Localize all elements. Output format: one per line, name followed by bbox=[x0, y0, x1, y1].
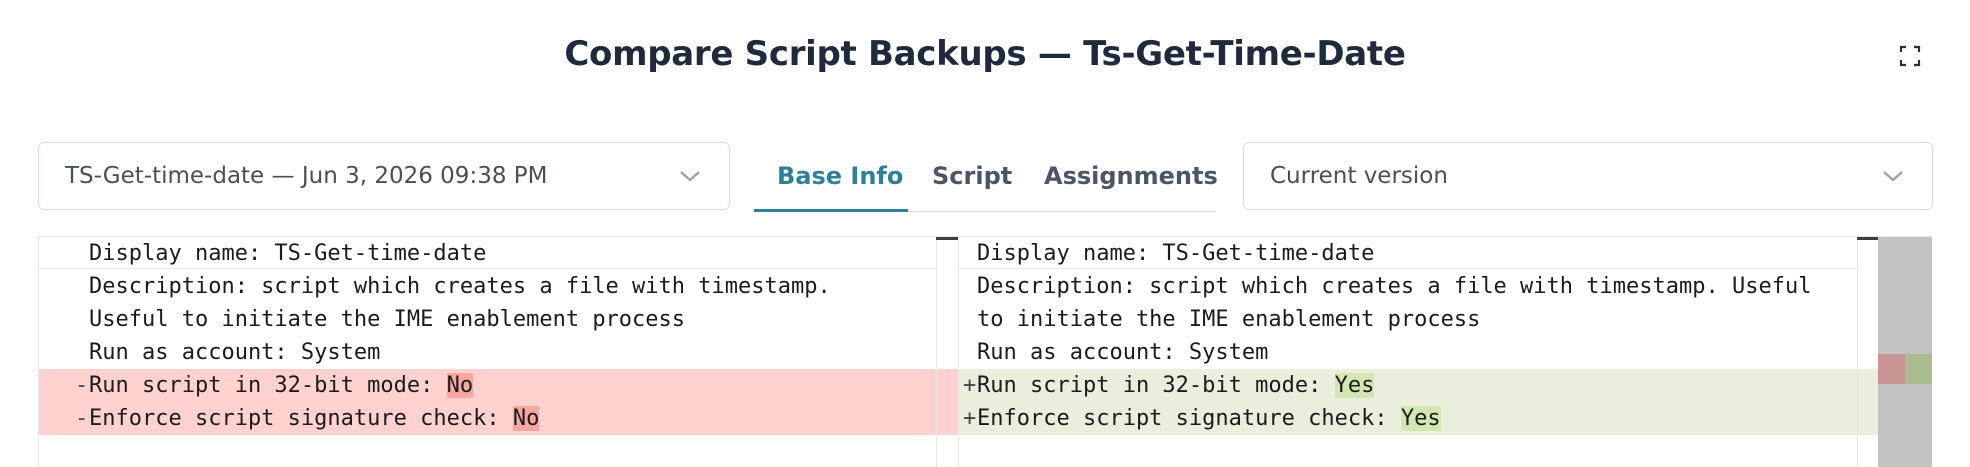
diff-line: Description: script which creates a file… bbox=[39, 270, 959, 303]
original-pane[interactable]: Display name: TS-Get-time-date Descripti… bbox=[38, 237, 959, 467]
changed-word: Yes bbox=[1334, 373, 1375, 398]
chevron-down-icon bbox=[1883, 171, 1903, 182]
tab-base-info[interactable]: Base Info bbox=[777, 162, 903, 190]
changed-word: No bbox=[446, 373, 474, 398]
line-text: Description: script which creates a file… bbox=[89, 274, 831, 299]
diff-line: Description: script which creates a file… bbox=[959, 270, 1879, 303]
expand-icon bbox=[1899, 45, 1921, 67]
line-text: Enforce script signature check: Yes bbox=[977, 402, 1441, 435]
left-vertical-scrollbar[interactable] bbox=[936, 237, 959, 467]
diff-line-deleted: - Run script in 32-bit mode: No bbox=[39, 369, 959, 402]
added-marker: + bbox=[963, 406, 977, 431]
left-version-value: TS-Get-time-date — Jun 3, 2026 09:38 PM bbox=[65, 163, 548, 189]
modified-pane[interactable]: Display name: TS-Get-time-date Descripti… bbox=[958, 237, 1880, 467]
diff-line: Run as account: System bbox=[39, 336, 959, 369]
line-text: Display name: TS-Get-time-date bbox=[977, 241, 1375, 266]
line-text: Run script in 32-bit mode: No bbox=[89, 369, 474, 402]
line-text: Enforce script signature check: No bbox=[89, 402, 540, 435]
fullscreen-button[interactable] bbox=[1898, 44, 1922, 68]
line-prefix: Enforce script signature check: bbox=[977, 406, 1401, 431]
left-version-select[interactable]: TS-Get-time-date — Jun 3, 2026 09:38 PM bbox=[38, 142, 730, 210]
diff-line-inserted: + Run script in 32-bit mode: Yes bbox=[959, 369, 1879, 402]
line-text: Display name: TS-Get-time-date bbox=[89, 241, 487, 266]
right-vertical-scrollbar[interactable] bbox=[1857, 237, 1880, 467]
diff-line: Run as account: System bbox=[959, 336, 1879, 369]
line-text: Useful to initiate the IME enablement pr… bbox=[89, 307, 686, 332]
diff-line: Useful to initiate the IME enablement pr… bbox=[39, 303, 959, 336]
line-prefix: Run script in 32-bit mode: bbox=[89, 373, 447, 398]
removed-marker: - bbox=[75, 406, 89, 431]
overview-deleted-mark bbox=[1878, 354, 1905, 384]
compare-dialog: Compare Script Backups — Ts-Get-Time-Dat… bbox=[0, 0, 1970, 467]
line-text: Run script in 32-bit mode: Yes bbox=[977, 369, 1375, 402]
diff-viewer: Display name: TS-Get-time-date Descripti… bbox=[38, 236, 1932, 467]
diff-line: to initiate the IME enablement process bbox=[959, 303, 1879, 336]
line-text: Run as account: System bbox=[977, 340, 1269, 365]
tab-assignments[interactable]: Assignments bbox=[1044, 162, 1218, 190]
changed-word: No bbox=[512, 406, 540, 431]
line-text: Description: script which creates a file… bbox=[977, 274, 1812, 299]
diff-line-inserted: + Enforce script signature check: Yes bbox=[959, 402, 1879, 435]
diff-line: Display name: TS-Get-time-date bbox=[959, 237, 1879, 270]
line-prefix: Run script in 32-bit mode: bbox=[977, 373, 1335, 398]
diff-line-deleted: - Enforce script signature check: No bbox=[39, 402, 959, 435]
right-version-select[interactable]: Current version bbox=[1243, 142, 1933, 210]
removed-marker: - bbox=[75, 373, 89, 398]
tab-script[interactable]: Script bbox=[932, 162, 1012, 190]
added-marker: + bbox=[963, 373, 977, 398]
chevron-down-icon bbox=[680, 171, 700, 182]
compare-tabs: Base Info Script Assignments bbox=[754, 152, 1218, 212]
active-tab-indicator bbox=[754, 209, 908, 212]
diff-overview-ruler[interactable] bbox=[1878, 237, 1932, 467]
page-title: Compare Script Backups — Ts-Get-Time-Dat… bbox=[564, 34, 1406, 74]
line-text: Run as account: System bbox=[89, 340, 381, 365]
diff-line: Display name: TS-Get-time-date bbox=[39, 237, 959, 270]
overview-inserted-mark bbox=[1905, 354, 1932, 384]
right-version-value: Current version bbox=[1270, 163, 1448, 189]
line-text: to initiate the IME enablement process bbox=[977, 307, 1481, 332]
line-prefix: Enforce script signature check: bbox=[89, 406, 513, 431]
changed-word: Yes bbox=[1400, 406, 1441, 431]
